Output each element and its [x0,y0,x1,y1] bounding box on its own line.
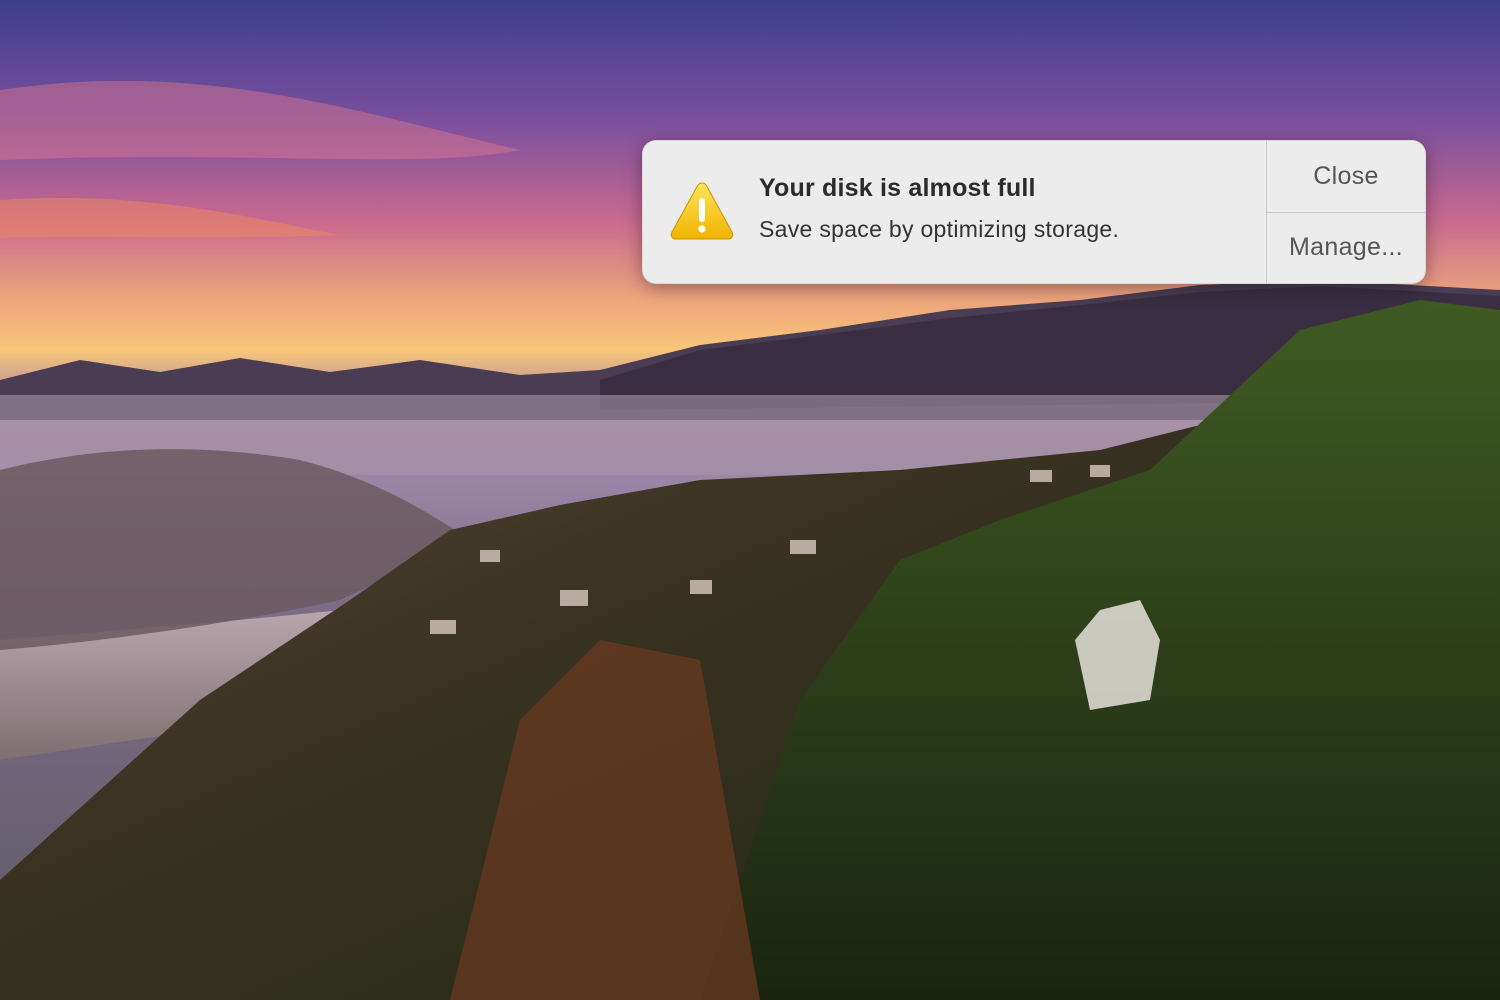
notification-actions: Close Manage... [1266,141,1425,283]
notification-title: Your disk is almost full [759,173,1036,202]
desktop: Your disk is almost full Save space by o… [0,0,1500,1000]
notification-subtitle: Save space by optimizing storage. [759,215,1120,242]
manage-button[interactable]: Manage... [1267,211,1425,284]
disk-full-notification: Your disk is almost full Save space by o… [642,140,1426,284]
close-button[interactable]: Close [1267,141,1425,212]
notification-texts: Your disk is almost full Save space by o… [759,174,1119,243]
notification-body[interactable]: Your disk is almost full Save space by o… [643,141,1266,283]
warning-icon [670,182,734,240]
